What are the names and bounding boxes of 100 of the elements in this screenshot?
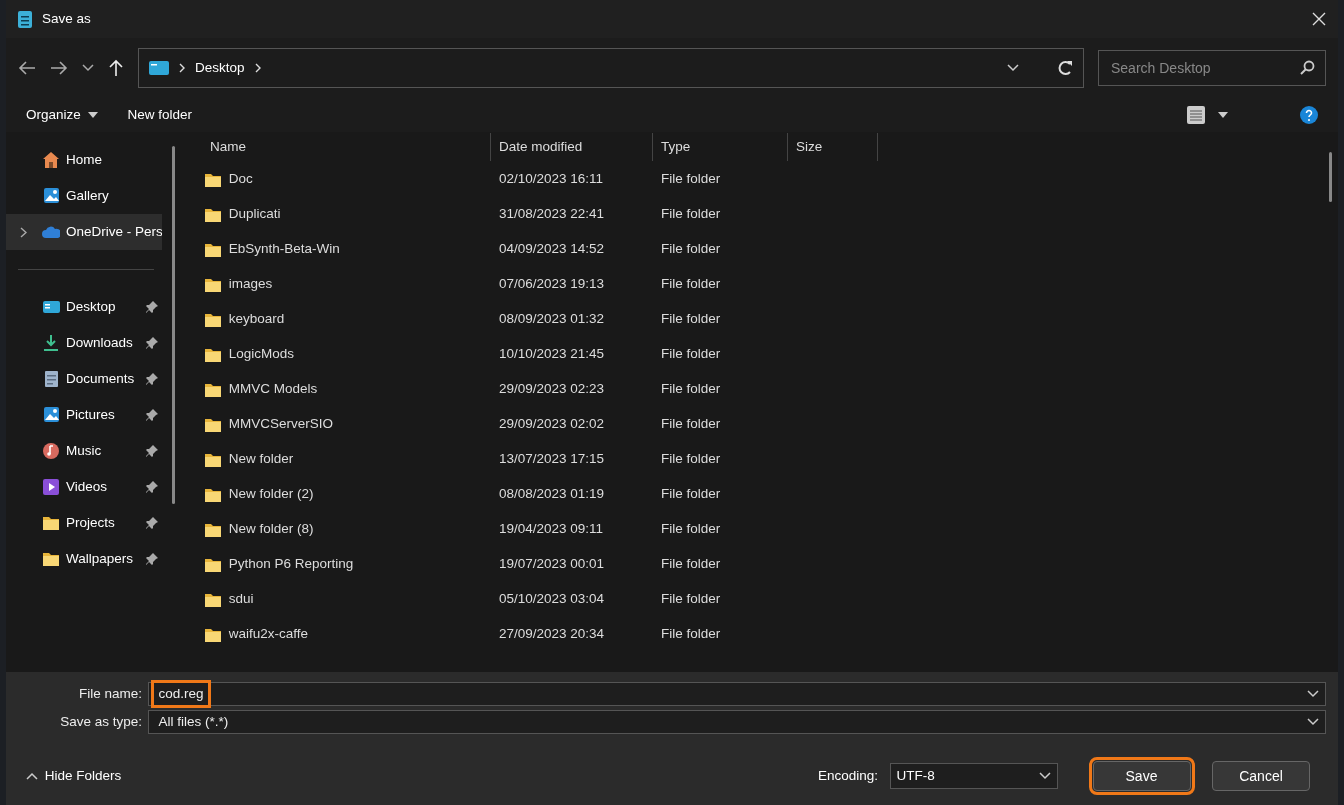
picture-icon [42, 406, 60, 424]
type-cell-text: File folder [660, 240, 722, 259]
chevron-down-icon[interactable] [1007, 64, 1019, 72]
combo-field[interactable]: cod.reg [148, 682, 1326, 706]
type-cell-text: File folder [660, 450, 722, 469]
chevron-down-icon[interactable] [82, 64, 94, 72]
caret-icon [87, 112, 98, 118]
date-cell-text: 02/10/2023 16:11 [498, 170, 605, 189]
type-cell-text: File folder [660, 275, 722, 294]
column-header[interactable]: Size [788, 133, 878, 161]
desktop-icon [42, 298, 60, 316]
home-icon [42, 151, 60, 169]
sidebar-item[interactable]: Wallpapers [6, 541, 162, 577]
file-name[interactable]: EbSynth-Beta-Win [228, 239, 340, 260]
type-cell-text: File folder [660, 205, 722, 224]
chevron-down-icon[interactable] [1307, 718, 1319, 726]
sidebar-item[interactable]: Desktop [6, 289, 162, 325]
file-type-value[interactable]: All files (*.*) [155, 711, 232, 733]
date-cell-text: 19/07/2023 00:01 [498, 555, 606, 574]
type-cell-text: File folder [660, 625, 722, 644]
sidebar-item[interactable]: Downloads [6, 325, 162, 361]
desktop-icon [149, 60, 169, 76]
sidebar-item[interactable]: Gallery [6, 178, 162, 214]
date-cell-text: 19/04/2023 09:11 [498, 520, 605, 539]
window-title: Save as [42, 9, 92, 28]
file-name[interactable]: Python P6 Reporting [228, 554, 354, 575]
file-name[interactable]: New folder (2) [228, 484, 314, 505]
chevron-right-icon[interactable] [20, 226, 27, 238]
column-header[interactable]: Name [196, 133, 491, 161]
sidebar-item[interactable]: Videos [6, 469, 162, 505]
date-cell-text: 07/06/2023 19:13 [498, 275, 606, 294]
date-cell-text: 27/09/2023 20:34 [498, 625, 606, 644]
encoding-label: Encoding: [818, 766, 879, 785]
date-cell-text: 29/09/2023 02:23 [498, 380, 606, 399]
forward-arrow-icon[interactable] [50, 60, 68, 76]
type-cell-text: File folder [660, 415, 722, 434]
file-name[interactable]: sdui [228, 589, 254, 610]
date-cell-text: 29/09/2023 02:02 [498, 415, 606, 434]
sidebar-item[interactable]: Music [6, 433, 162, 469]
folder-icon [42, 514, 60, 532]
type-cell-text: File folder [660, 310, 722, 329]
type-cell-text: File folder [660, 345, 722, 364]
view-menu[interactable] [1186, 106, 1228, 124]
close-icon[interactable] [1312, 12, 1326, 26]
sidebar-item[interactable]: OneDrive - Pers [6, 214, 162, 250]
file-name[interactable]: keyboard [228, 309, 285, 330]
encoding-dropdown[interactable]: UTF-8 [889, 763, 1058, 789]
file-name[interactable]: New folder [228, 449, 294, 470]
refresh-icon[interactable] [1057, 60, 1073, 76]
file-name[interactable]: Duplicati [228, 204, 281, 225]
chevron-down-icon[interactable] [1307, 690, 1319, 698]
folder-icon [42, 550, 60, 568]
sidebar-item[interactable]: Home [6, 142, 162, 178]
document-icon [42, 370, 60, 388]
combo-field[interactable]: All files (*.*) [148, 710, 1326, 734]
type-cell-text: File folder [660, 520, 722, 539]
caret-icon [1218, 112, 1228, 118]
type-cell-text: File folder [660, 555, 722, 574]
file-name[interactable]: Doc [228, 169, 253, 190]
file-name[interactable]: images [228, 274, 273, 295]
search-box[interactable]: Search Desktop [1098, 50, 1326, 86]
scrollbar-thumb[interactable] [172, 146, 175, 504]
sidebar-item[interactable]: Documents [6, 361, 162, 397]
date-cell-text: 10/10/2023 21:45 [498, 345, 606, 364]
date-cell-text: 05/10/2023 03:04 [498, 590, 606, 609]
hide-folders-button[interactable]: Hide Folders [26, 765, 122, 787]
address-bar[interactable]: Desktop [138, 48, 1084, 88]
organize-menu[interactable]: Organize [26, 104, 98, 126]
notepad-icon [18, 10, 32, 28]
file-name[interactable]: New folder (8) [228, 519, 314, 540]
gallery-icon [42, 187, 60, 205]
music-icon [42, 442, 60, 460]
type-cell-text: File folder [660, 170, 722, 189]
back-arrow-icon[interactable] [18, 60, 36, 76]
column-header[interactable]: Type [653, 133, 788, 161]
sidebar-item[interactable]: Projects [6, 505, 162, 541]
sidebar-item[interactable]: Pictures [6, 397, 162, 433]
search-icon[interactable] [1299, 60, 1315, 76]
date-cell-text: 04/09/2023 14:52 [498, 240, 606, 259]
date-cell-text: 31/08/2023 22:41 [498, 205, 606, 224]
file-name[interactable]: waifu2x-caffe [228, 624, 309, 645]
column-header[interactable]: Date modified [491, 133, 653, 161]
up-arrow-icon[interactable] [108, 59, 124, 77]
new-folder-button[interactable]: New folder [127, 104, 193, 126]
help-icon[interactable] [1300, 106, 1318, 124]
date-cell-text: 13/07/2023 17:15 [498, 450, 606, 469]
list-view-icon [1186, 106, 1205, 124]
type-cell-text: File folder [660, 380, 722, 399]
scrollbar-thumb[interactable] [1329, 152, 1332, 202]
chevron-down-icon [1038, 772, 1051, 780]
file-name[interactable]: LogicMods [228, 344, 295, 365]
search-field[interactable]: Search Desktop [1109, 56, 1299, 80]
type-cell-text: File folder [660, 590, 722, 609]
file-name[interactable]: MMVCServerSIO [228, 414, 333, 435]
download-icon [42, 334, 60, 352]
dialog-button[interactable]: Cancel [1212, 761, 1310, 791]
breadcrumb-item[interactable]: Desktop [195, 57, 245, 79]
field-label: File name: [77, 684, 142, 703]
file-name[interactable]: MMVC Models [228, 379, 318, 400]
field-label: Save as type: [59, 712, 142, 731]
